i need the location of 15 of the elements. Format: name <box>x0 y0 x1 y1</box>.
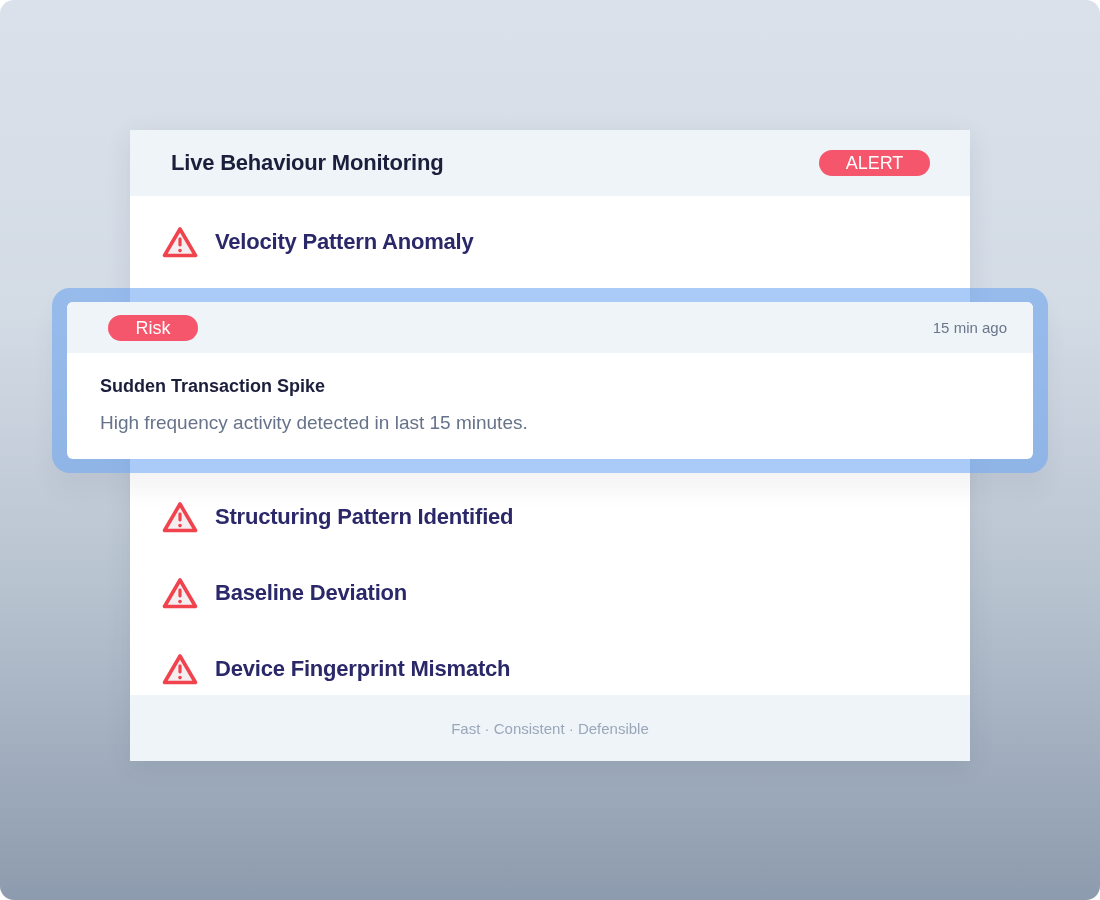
alert-badge: ALERT <box>819 150 930 176</box>
warning-icon <box>162 653 198 685</box>
alert-title: Structuring Pattern Identified <box>215 504 514 530</box>
detail-description: High frequency activity detected in last 15 minutes. <box>100 412 528 434</box>
alert-title: Velocity Pattern Anomaly <box>215 229 474 255</box>
warning-icon <box>162 226 198 258</box>
panel-footer: Fast · Consistent · Defensible <box>130 695 970 761</box>
warning-icon <box>162 577 198 609</box>
risk-tag: Risk <box>108 314 198 341</box>
alert-title: Device Fingerprint Mismatch <box>215 656 511 682</box>
panel-title: Live Behaviour Monitoring <box>171 150 444 176</box>
timestamp: 15 min ago <box>932 319 1007 336</box>
detail-title: Sudden Transaction Spike <box>100 376 326 397</box>
alert-title: Baseline Deviation <box>215 580 408 606</box>
warning-icon <box>162 501 198 533</box>
